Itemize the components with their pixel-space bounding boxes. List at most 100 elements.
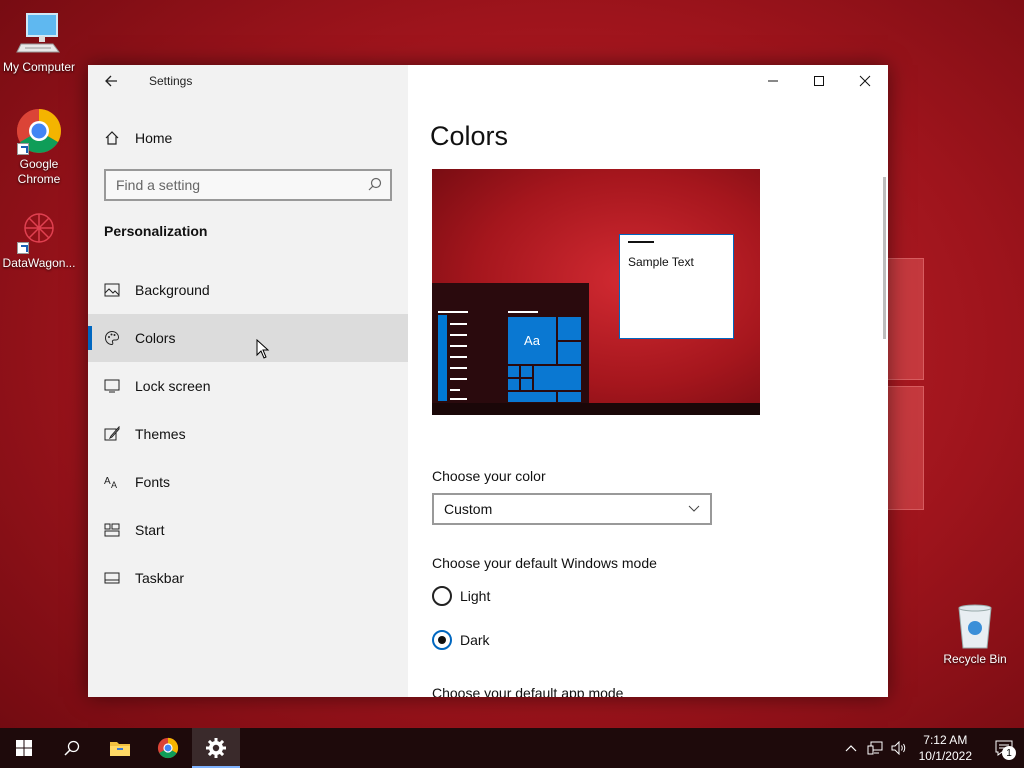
sidebar-item-themes[interactable]: Themes xyxy=(88,410,408,458)
recycle-bin-icon xyxy=(951,602,999,650)
preview-taskbar xyxy=(432,403,760,415)
preview-line xyxy=(450,389,460,391)
minimize-icon xyxy=(768,80,778,82)
preview-window: Sample Text xyxy=(619,234,734,339)
show-hidden-icons-button[interactable] xyxy=(839,728,863,768)
fonts-icon: AA xyxy=(88,475,135,489)
preview-start-column xyxy=(438,315,447,401)
chevron-down-icon xyxy=(688,505,700,512)
gear-icon xyxy=(206,738,226,758)
network-icon xyxy=(867,741,883,755)
preview-tile xyxy=(557,316,582,341)
chrome-icon xyxy=(15,107,63,155)
image-icon xyxy=(88,283,135,297)
preview-line xyxy=(450,398,467,400)
preview-line xyxy=(438,311,468,313)
sidebar-item-label: Colors xyxy=(135,330,176,346)
desktop-icon-recycle-bin[interactable]: Recycle Bin xyxy=(936,602,1014,667)
dropdown-value: Custom xyxy=(444,501,493,517)
close-button[interactable] xyxy=(842,65,888,97)
choose-color-label: Choose your color xyxy=(432,468,546,484)
maximize-button[interactable] xyxy=(796,65,842,97)
preview-tile xyxy=(520,378,533,391)
preview-tile xyxy=(533,365,582,391)
minimize-button[interactable] xyxy=(750,65,796,97)
desktop-icon-label: DataWagon... xyxy=(2,256,76,270)
back-button[interactable] xyxy=(88,65,134,97)
windows-start-icon xyxy=(16,740,32,756)
chrome-taskbar-button[interactable] xyxy=(144,728,192,768)
preview-tile xyxy=(520,365,533,378)
sidebar-item-label: Lock screen xyxy=(135,378,211,394)
monitor-icon xyxy=(88,379,135,393)
svg-text:A: A xyxy=(104,476,111,487)
search-input[interactable] xyxy=(116,177,368,193)
preview-sample-text: Sample Text xyxy=(628,255,694,269)
search-icon[interactable] xyxy=(368,177,382,194)
brush-icon xyxy=(88,426,135,442)
search-button[interactable] xyxy=(48,728,96,768)
preview-line xyxy=(450,367,467,369)
desktop-icon-my-computer[interactable]: My Computer xyxy=(0,10,78,75)
choose-color-dropdown[interactable]: Custom xyxy=(432,493,712,525)
home-label: Home xyxy=(135,130,173,146)
preview-tile xyxy=(557,391,582,403)
preview-window-bar xyxy=(628,241,654,243)
chrome-icon xyxy=(157,737,179,759)
sidebar-item-taskbar[interactable]: Taskbar xyxy=(88,554,408,602)
radio-light[interactable]: Light xyxy=(432,586,490,606)
action-center-button[interactable]: 1 xyxy=(984,728,1024,768)
settings-sidebar: Settings Home Personalization Background xyxy=(88,65,408,697)
radio-circle-selected[interactable] xyxy=(432,630,452,650)
maximize-icon xyxy=(814,76,824,86)
start-icon xyxy=(88,523,135,537)
file-explorer-button[interactable] xyxy=(96,728,144,768)
clock-time: 7:12 AM xyxy=(923,733,968,747)
back-arrow-icon xyxy=(105,75,117,87)
sidebar-item-label: Themes xyxy=(135,426,186,442)
search-box[interactable] xyxy=(104,169,392,201)
scrollbar-thumb[interactable] xyxy=(883,177,886,339)
sidebar-item-label: Background xyxy=(135,282,210,298)
network-button[interactable] xyxy=(863,728,887,768)
app-title: Settings xyxy=(149,74,193,88)
sidebar-item-label: Taskbar xyxy=(135,570,185,586)
desktop-icon-datawagon[interactable]: DataWagon... xyxy=(0,206,78,271)
sidebar-item-colors[interactable]: Colors xyxy=(88,314,408,362)
clock[interactable]: 7:12 AM 10/1/2022 xyxy=(911,732,984,764)
computer-icon xyxy=(15,10,63,58)
settings-window: Settings Home Personalization Background xyxy=(88,65,888,697)
preview-tile xyxy=(507,378,520,391)
sidebar-item-start[interactable]: Start xyxy=(88,506,408,554)
desktop-icon-google-chrome[interactable]: Google Chrome xyxy=(0,107,78,187)
page-title: Colors xyxy=(430,121,509,151)
folder-icon xyxy=(110,742,130,756)
close-icon xyxy=(859,75,871,87)
sidebar-item-label: Start xyxy=(135,522,165,538)
datawagon-icon xyxy=(15,206,63,254)
search-icon xyxy=(64,740,80,756)
titlebar: Settings xyxy=(88,65,408,97)
sidebar-item-background[interactable]: Background xyxy=(88,266,408,314)
preview-line xyxy=(450,334,467,336)
preview-tile xyxy=(507,365,520,378)
app-mode-label: Choose your default app mode xyxy=(432,685,624,697)
preview-line xyxy=(450,378,467,380)
preview-tile xyxy=(557,341,582,365)
settings-content: Colors Aa Sample Text Choose your color … xyxy=(408,65,888,697)
sidebar-item-lock-screen[interactable]: Lock screen xyxy=(88,362,408,410)
sidebar-item-fonts[interactable]: AA Fonts xyxy=(88,458,408,506)
color-preview: Aa Sample Text xyxy=(432,169,760,415)
chevron-up-icon xyxy=(845,745,857,752)
windows-mode-label: Choose your default Windows mode xyxy=(432,555,657,571)
settings-taskbar-button[interactable] xyxy=(192,728,240,768)
start-button[interactable] xyxy=(0,728,48,768)
preview-tile-large: Aa xyxy=(507,316,557,365)
volume-button[interactable] xyxy=(887,728,911,768)
radio-circle[interactable] xyxy=(432,586,452,606)
preview-line xyxy=(450,356,467,358)
home-button[interactable]: Home xyxy=(88,120,408,156)
radio-dark[interactable]: Dark xyxy=(432,630,490,650)
desktop-icon-label: My Computer xyxy=(2,60,76,74)
preview-line xyxy=(450,345,467,347)
